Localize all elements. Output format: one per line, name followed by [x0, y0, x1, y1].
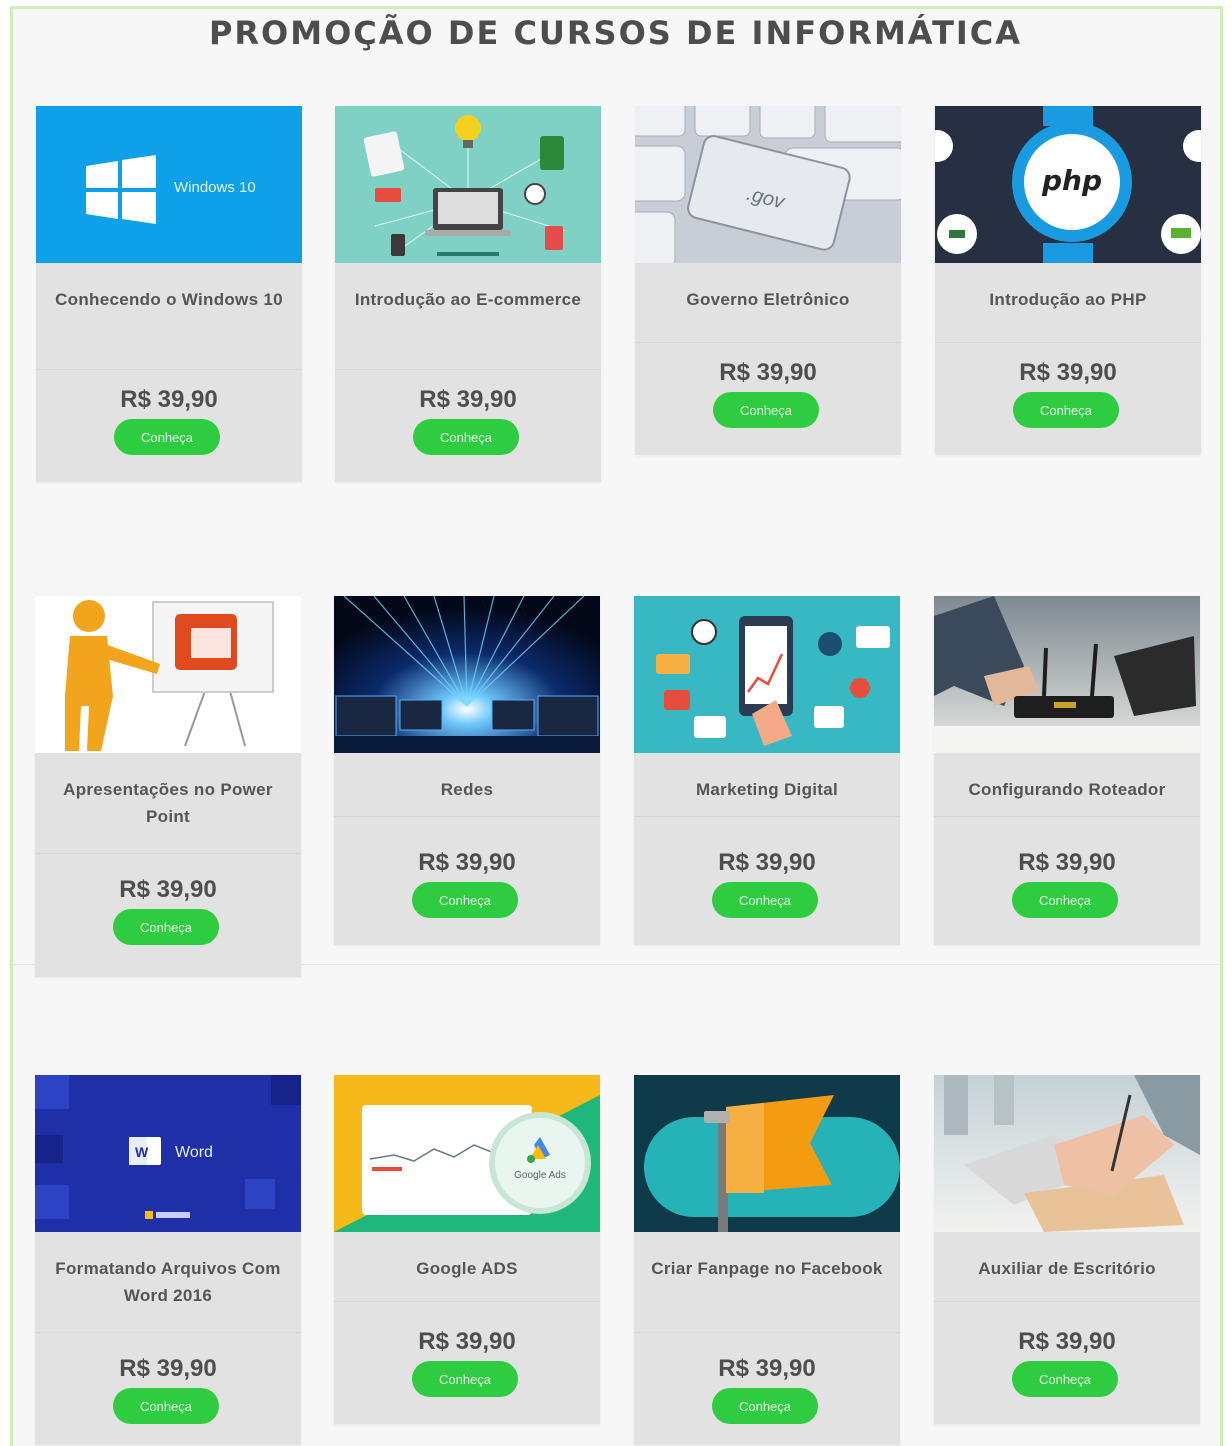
course-image-ecommerce[interactable]	[335, 106, 601, 263]
conheca-button[interactable]: Conheça	[113, 1388, 219, 1424]
conheca-button[interactable]: Conheça	[1013, 392, 1119, 428]
clock-icon	[691, 619, 717, 645]
course-image-fanpage[interactable]	[634, 1075, 900, 1232]
course-price: R$ 39,90	[419, 386, 517, 413]
card-separator	[635, 342, 901, 343]
conheca-button[interactable]: Conheça	[712, 1388, 818, 1424]
course-name: Marketing Digital	[695, 780, 839, 799]
page-title: PROMOÇÃO DE CURSOS DE INFORMÁTICA	[208, 14, 1023, 52]
svg-text:W: W	[135, 1144, 149, 1160]
conheca-button[interactable]: Conheça	[113, 909, 219, 945]
course-card-fanpage: Criar Fanpage no Facebook R$ 39,90 Conhe…	[634, 1075, 900, 1445]
book-icon	[540, 136, 564, 170]
course-image-word[interactable]: W Word	[35, 1075, 301, 1232]
course-image-text: Windows 10	[174, 179, 256, 196]
conheca-button[interactable]: Conheça	[713, 392, 819, 428]
course-card-word: W Word Formatando Arquivos Com Word 2016…	[35, 1075, 301, 1445]
card-separator	[35, 853, 301, 854]
envelope-icon	[694, 716, 726, 738]
course-price: R$ 39,90	[119, 876, 217, 903]
course-card-escritorio: Auxiliar de Escritório R$ 39,90 Conheça	[934, 1075, 1200, 1424]
conheca-button[interactable]: Conheça	[412, 1361, 518, 1397]
conheca-button[interactable]: Conheça	[412, 882, 518, 918]
search-icon	[818, 632, 842, 656]
card-separator	[335, 369, 601, 370]
course-image-redes[interactable]	[334, 596, 600, 753]
course-name: Auxiliar de Escritório	[978, 1259, 1156, 1278]
course-image-google-ads[interactable]: Google Ads	[334, 1075, 600, 1232]
course-image-php[interactable]: php	[935, 106, 1201, 263]
course-name: Conhecendo o Windows 10	[55, 290, 283, 309]
php-logo-icon: php	[1041, 164, 1102, 197]
course-price: R$ 39,90	[418, 849, 516, 876]
course-name: Redes	[440, 780, 494, 799]
course-card-windows: Windows 10 Conhecendo o Windows 10 R$ 39…	[36, 106, 302, 482]
course-price: R$ 39,90	[1018, 849, 1116, 876]
card-separator	[36, 369, 302, 370]
course-card-redes: Redes R$ 39,90 Conheça	[334, 596, 600, 945]
lightbulb-icon	[455, 115, 481, 141]
calculator-red-icon	[545, 226, 563, 250]
course-image-roteador[interactable]	[934, 596, 1200, 753]
card-separator	[934, 816, 1200, 817]
course-image-escritorio[interactable]	[934, 1075, 1200, 1232]
conheca-button[interactable]: Conheça	[1012, 882, 1118, 918]
phone-icon	[391, 234, 405, 256]
card-icon	[375, 188, 401, 202]
course-card-marketing: Marketing Digital R$ 39,90 Conheça	[634, 596, 900, 945]
microsoft-logo-icon	[145, 1211, 153, 1219]
card-separator	[634, 816, 900, 817]
course-name: Formatando Arquivos Com Word 2016	[55, 1259, 281, 1305]
card-separator	[934, 1301, 1200, 1302]
card-separator	[334, 816, 600, 817]
course-image-powerpoint[interactable]	[35, 596, 301, 753]
card-separator	[634, 1332, 900, 1333]
course-image-marketing[interactable]	[634, 596, 900, 753]
course-name: Criar Fanpage no Facebook	[651, 1259, 883, 1278]
course-name: Google ADS	[416, 1259, 518, 1278]
course-image-governo[interactable]: .gov	[635, 106, 901, 263]
course-card-php: php Introdução ao PHP R$ 39,90 Conheça	[935, 106, 1201, 455]
chat-bubble-icon	[656, 654, 690, 674]
course-card-roteador: Configurando Roteador R$ 39,90 Conheça	[934, 596, 1200, 945]
course-image-windows-10[interactable]: Windows 10	[36, 106, 302, 263]
svg-text:Word: Word	[175, 1144, 213, 1161]
card-separator	[35, 1332, 301, 1333]
card-separator	[334, 1301, 600, 1302]
course-name: Apresentações no Power Point	[63, 780, 273, 826]
course-price: R$ 39,90	[418, 1328, 516, 1355]
conheca-button[interactable]: Conheça	[114, 419, 220, 455]
course-name: Governo Eletrônico	[686, 290, 850, 309]
clock-icon	[524, 183, 546, 205]
course-price: R$ 39,90	[719, 359, 817, 386]
course-name: Introdução ao PHP	[989, 290, 1147, 309]
course-price: R$ 39,90	[718, 1355, 816, 1382]
course-card-ecommerce: Introdução ao E-commerce R$ 39,90 Conheç…	[335, 106, 601, 482]
course-price: R$ 39,90	[718, 849, 816, 876]
card-separator	[935, 342, 1201, 343]
course-price: R$ 39,90	[1018, 1328, 1116, 1355]
course-name: Introdução ao E-commerce	[354, 290, 582, 309]
course-price: R$ 39,90	[119, 1355, 217, 1382]
google-ads-circle-icon	[489, 1112, 591, 1214]
course-card-google-ads: Google Ads Google ADS R$ 39,90 Conheça	[334, 1075, 600, 1424]
person-figure-icon	[73, 600, 105, 632]
conheca-button[interactable]: Conheça	[1012, 1361, 1118, 1397]
svg-text:Google Ads: Google Ads	[514, 1170, 566, 1181]
card-icon	[856, 626, 890, 648]
course-name: Configurando Roteador	[968, 780, 1166, 799]
course-card-governo: .gov Governo Eletrônico R$ 39,90 Conheça	[635, 106, 901, 455]
conheca-button[interactable]: Conheça	[413, 419, 519, 455]
conheca-button[interactable]: Conheça	[712, 882, 818, 918]
course-price: R$ 39,90	[120, 386, 218, 413]
course-card-powerpoint: Apresentações no Power Point R$ 39,90 Co…	[35, 596, 301, 977]
course-price: R$ 39,90	[1019, 359, 1117, 386]
